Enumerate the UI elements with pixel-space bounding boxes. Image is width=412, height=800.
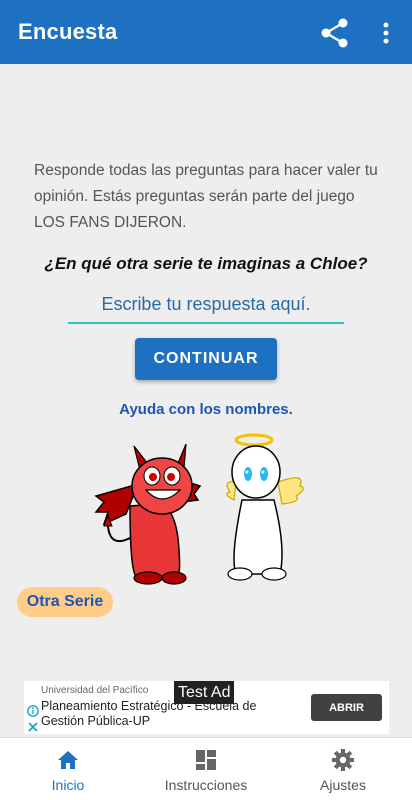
ad-open-button[interactable]: ABRIR <box>311 694 382 721</box>
devil-body <box>129 503 181 579</box>
dashboard-icon <box>196 750 216 770</box>
nav-label-inicio: Inicio <box>51 777 85 793</box>
nav-label-instrucciones: Instrucciones <box>164 777 248 793</box>
ad-advertiser: Universidad del Pacífico <box>41 685 149 696</box>
app-bar: Encuesta <box>0 0 412 64</box>
ad-title[interactable]: Planeamiento Estratégico - Escuela de Ge… <box>41 699 301 729</box>
share-icon[interactable] <box>318 16 352 50</box>
nav-item-inicio[interactable]: Inicio <box>28 738 108 800</box>
nav-item-ajustes[interactable]: Ajustes <box>306 738 380 800</box>
app-title: Encuesta <box>18 19 118 44</box>
ad-close-icon[interactable] <box>27 721 39 733</box>
angel-body <box>233 499 283 575</box>
angel-halo <box>234 433 274 447</box>
devil-head <box>131 457 193 515</box>
nav-item-instrucciones[interactable]: Instrucciones <box>150 738 262 800</box>
more-vert-icon[interactable] <box>376 18 396 48</box>
bottom-navigation: Inicio Instrucciones Ajustes <box>0 737 412 800</box>
devil-angel-illustration <box>94 433 304 585</box>
continue-button[interactable]: CONTINUAR <box>135 338 277 380</box>
other-series-button[interactable]: Otra Serie <box>17 587 113 617</box>
gear-icon <box>332 749 354 771</box>
question-text: ¿En qué otra serie te imaginas a Chloe? <box>44 254 368 273</box>
help-names-link[interactable]: Ayuda con los nombres. <box>0 401 412 418</box>
test-ad-label: Test Ad <box>174 681 235 704</box>
nav-label-ajustes: Ajustes <box>320 777 366 793</box>
answer-input[interactable] <box>68 286 344 324</box>
devil-tail <box>107 525 131 542</box>
angel-wing-right <box>277 477 304 505</box>
angel-head <box>231 445 281 499</box>
ad-info-icon[interactable] <box>27 705 39 717</box>
intro-text: Responde todas las preguntas para hacer … <box>34 162 378 231</box>
home-icon <box>58 751 78 769</box>
